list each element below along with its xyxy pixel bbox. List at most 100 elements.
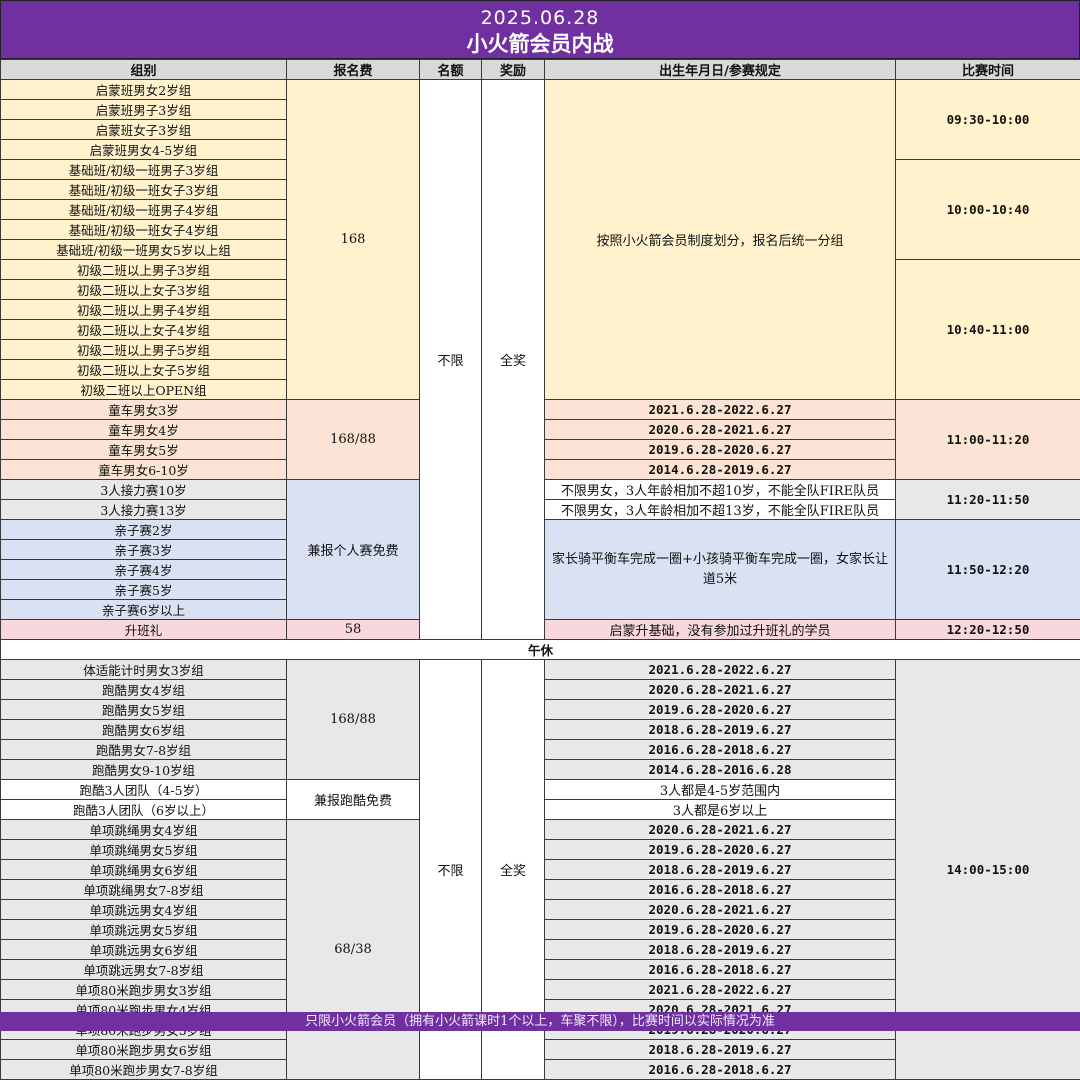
group-name: 跑酷男女6岁组 bbox=[1, 720, 287, 740]
time-slot: 10:00-10:40 bbox=[896, 160, 1080, 260]
fee-relay: 兼报个人赛免费 bbox=[287, 480, 420, 620]
group-name: 跑酷3人团队（6岁以上） bbox=[1, 800, 287, 820]
group-name: 亲子赛3岁 bbox=[1, 540, 287, 560]
group-name: 单项80米跑步男女3岁组 bbox=[1, 980, 287, 1000]
group-name: 启蒙班男子3岁组 bbox=[1, 100, 287, 120]
group-name: 跑酷男女4岁组 bbox=[1, 680, 287, 700]
fee-ceremony: 58 bbox=[287, 620, 420, 640]
group-name: 初级二班以上男子4岁组 bbox=[1, 300, 287, 320]
rule-enlight: 按照小火箭会员制度划分，报名后统一分组 bbox=[545, 80, 896, 400]
award-morning: 全奖 bbox=[482, 80, 545, 640]
col-header-rule: 出生年月日/参赛规定 bbox=[545, 60, 896, 80]
family-rule: 家长骑平衡车完成一圈+小孩骑平衡车完成一圈，女家长让道5米 bbox=[545, 520, 896, 620]
quota-morning: 不限 bbox=[420, 80, 482, 640]
birth-range: 2016.6.28-2018.6.27 bbox=[545, 740, 896, 760]
time-slot: 10:40-11:00 bbox=[896, 260, 1080, 400]
fee-parkour: 168/88 bbox=[287, 660, 420, 780]
table-row: 启蒙班男女2岁组168不限全奖按照小火箭会员制度划分，报名后统一分组09:30-… bbox=[1, 80, 1080, 100]
group-name: 初级二班以上女子3岁组 bbox=[1, 280, 287, 300]
col-header-quota: 名额 bbox=[420, 60, 482, 80]
group-name: 基础班/初级一班女子4岁组 bbox=[1, 220, 287, 240]
birth-range: 2016.6.28-2018.6.27 bbox=[545, 880, 896, 900]
birth-range: 2019.6.28-2020.6.27 bbox=[545, 920, 896, 940]
group-name: 童车男女6-10岁 bbox=[1, 460, 287, 480]
birth-range: 2018.6.28-2019.6.27 bbox=[545, 1040, 896, 1060]
group-name: 跑酷男女5岁组 bbox=[1, 700, 287, 720]
birth-range: 2021.6.28-2022.6.27 bbox=[545, 660, 896, 680]
group-name: 初级二班以上OPEN组 bbox=[1, 380, 287, 400]
group-name: 单项80米跑步男女6岁组 bbox=[1, 1040, 287, 1060]
group-name: 童车男女4岁 bbox=[1, 420, 287, 440]
relay-rule: 不限男女，3人年龄相加不超10岁，不能全队FIRE队员 bbox=[545, 480, 896, 500]
group-name: 单项跳绳男女4岁组 bbox=[1, 820, 287, 840]
fee-team: 兼报跑酷免费 bbox=[287, 780, 420, 820]
fee-single: 68/38 bbox=[287, 820, 420, 1080]
group-name: 基础班/初级一班男子3岁组 bbox=[1, 160, 287, 180]
group-name: 基础班/初级一班男子4岁组 bbox=[1, 200, 287, 220]
group-name: 基础班/初级一班男女5岁以上组 bbox=[1, 240, 287, 260]
event-title: 小火箭会员内战 bbox=[1, 31, 1079, 57]
table-row: 午休 bbox=[1, 640, 1080, 660]
time-slot: 09:30-10:00 bbox=[896, 80, 1080, 160]
group-name: 跑酷3人团队（4-5岁） bbox=[1, 780, 287, 800]
group-name: 3人接力赛13岁 bbox=[1, 500, 287, 520]
birth-range: 2019.6.28-2020.6.27 bbox=[545, 440, 896, 460]
birth-range: 2020.6.28-2021.6.27 bbox=[545, 900, 896, 920]
competition-schedule-sheet: 2025.06.28 小火箭会员内战 组别 报名费 名额 奖励 出生年月日/参赛… bbox=[0, 0, 1080, 1031]
birth-range: 2016.6.28-2018.6.27 bbox=[545, 960, 896, 980]
group-name: 单项80米跑步男女7-8岁组 bbox=[1, 1060, 287, 1080]
title-banner: 2025.06.28 小火箭会员内战 bbox=[0, 0, 1080, 59]
table-row: 体适能计时男女3岁组168/88不限全奖2021.6.28-2022.6.271… bbox=[1, 660, 1080, 680]
group-name: 单项跳远男女5岁组 bbox=[1, 920, 287, 940]
group-name: 单项跳绳男女6岁组 bbox=[1, 860, 287, 880]
birth-range: 2018.6.28-2019.6.27 bbox=[545, 940, 896, 960]
group-name: 启蒙班男女2岁组 bbox=[1, 80, 287, 100]
group-name: 亲子赛2岁 bbox=[1, 520, 287, 540]
group-name: 跑酷男女7-8岁组 bbox=[1, 740, 287, 760]
birth-range: 2019.6.28-2020.6.27 bbox=[545, 700, 896, 720]
lunch-break-label: 午休 bbox=[1, 640, 1080, 660]
group-name: 亲子赛5岁 bbox=[1, 580, 287, 600]
relay-rule: 不限男女，3人年龄相加不超13岁，不能全队FIRE队员 bbox=[545, 500, 896, 520]
birth-range: 2020.6.28-2021.6.27 bbox=[545, 420, 896, 440]
group-name: 单项跳远男女4岁组 bbox=[1, 900, 287, 920]
birth-range: 2018.6.28-2019.6.27 bbox=[545, 720, 896, 740]
time-slot: 11:00-11:20 bbox=[896, 400, 1080, 480]
birth-range: 2018.6.28-2019.6.27 bbox=[545, 860, 896, 880]
birth-range: 2014.6.28-2019.6.27 bbox=[545, 460, 896, 480]
group-name: 单项跳绳男女5岁组 bbox=[1, 840, 287, 860]
group-name: 初级二班以上男子3岁组 bbox=[1, 260, 287, 280]
group-name: 童车男女3岁 bbox=[1, 400, 287, 420]
schedule-table: 组别 报名费 名额 奖励 出生年月日/参赛规定 比赛时间 启蒙班男女2岁组168… bbox=[0, 59, 1080, 1080]
col-header-time: 比赛时间 bbox=[896, 60, 1080, 80]
time-slot: 12:20-12:50 bbox=[896, 620, 1080, 640]
team-rule: 3人都是4-5岁范围内 bbox=[545, 780, 896, 800]
group-name: 单项跳绳男女7-8岁组 bbox=[1, 880, 287, 900]
col-header-award: 奖励 bbox=[482, 60, 545, 80]
group-name: 体适能计时男女3岁组 bbox=[1, 660, 287, 680]
group-name: 亲子赛4岁 bbox=[1, 560, 287, 580]
birth-range: 2021.6.28-2022.6.27 bbox=[545, 400, 896, 420]
group-name: 3人接力赛10岁 bbox=[1, 480, 287, 500]
birth-range: 2020.6.28-2021.6.27 bbox=[545, 680, 896, 700]
time-slot: 11:20-11:50 bbox=[896, 480, 1080, 520]
group-name: 初级二班以上女子5岁组 bbox=[1, 360, 287, 380]
schedule-body: 组别 报名费 名额 奖励 出生年月日/参赛规定 比赛时间 启蒙班男女2岁组168… bbox=[1, 60, 1080, 1080]
birth-range: 2021.6.28-2022.6.27 bbox=[545, 980, 896, 1000]
birth-range: 2014.6.28-2016.6.28 bbox=[545, 760, 896, 780]
group-name: 启蒙班男女4-5岁组 bbox=[1, 140, 287, 160]
group-name: 跑酷男女9-10岁组 bbox=[1, 760, 287, 780]
event-date: 2025.06.28 bbox=[1, 1, 1079, 31]
group-name: 亲子赛6岁以上 bbox=[1, 600, 287, 620]
group-name: 单项跳远男女6岁组 bbox=[1, 940, 287, 960]
group-name: 初级二班以上女子4岁组 bbox=[1, 320, 287, 340]
time-slot: 11:50-12:20 bbox=[896, 520, 1080, 620]
group-name: 初级二班以上男子5岁组 bbox=[1, 340, 287, 360]
footer-note: 只限小火箭会员（拥有小火箭课时1个以上，车聚不限），比赛时间以实际情况为准 bbox=[0, 1012, 1080, 1031]
fee-bike: 168/88 bbox=[287, 400, 420, 480]
group-name: 单项跳远男女7-8岁组 bbox=[1, 960, 287, 980]
col-header-fee: 报名费 bbox=[287, 60, 420, 80]
birth-range: 2019.6.28-2020.6.27 bbox=[545, 840, 896, 860]
group-name: 启蒙班女子3岁组 bbox=[1, 120, 287, 140]
group-name: 基础班/初级一班女子3岁组 bbox=[1, 180, 287, 200]
